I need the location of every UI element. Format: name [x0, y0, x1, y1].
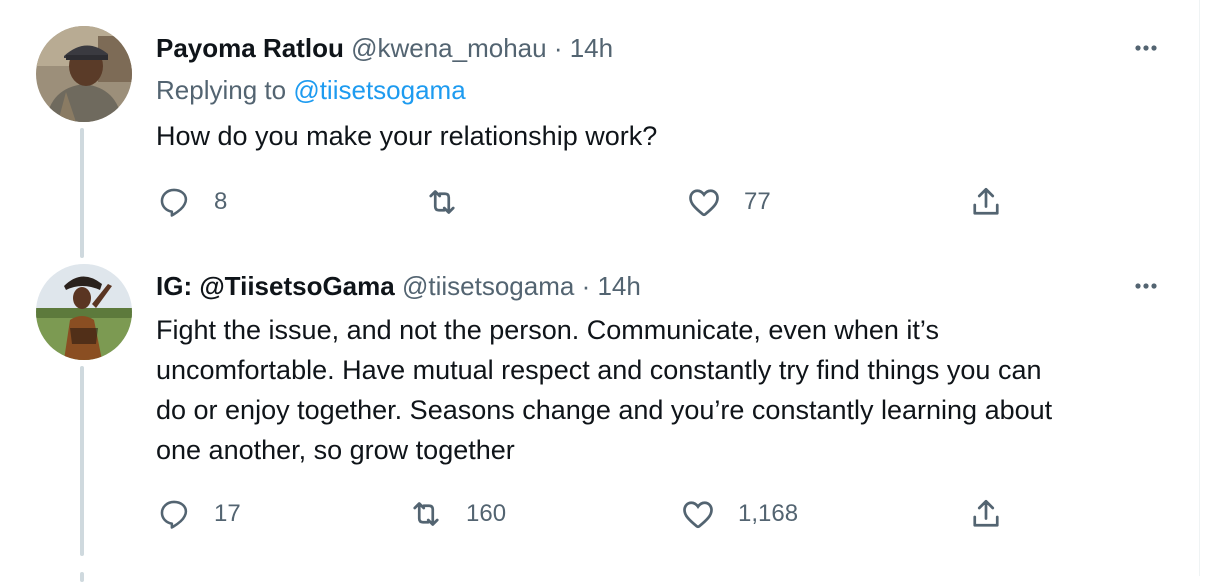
tweet-actions: 8 77: [156, 184, 1036, 220]
retweet-count: 160: [466, 500, 507, 527]
share-button[interactable]: [968, 496, 1004, 532]
avatar[interactable]: [36, 264, 132, 360]
retweet-icon: [424, 184, 460, 220]
tweet-text-line: Fight the issue, and not the person. Com…: [156, 315, 939, 345]
timeline-frame: Payoma Ratlou @kwena_mohau · 14h Replyin…: [0, 0, 1200, 582]
tweet-actions: 17 160 1,168: [156, 496, 1036, 532]
separator-dot: ·: [553, 33, 563, 63]
share-icon: [968, 496, 1004, 532]
tweet-text: How do you make your relationship work?: [156, 121, 658, 151]
tweet-header: Payoma Ratlou @kwena_mohau · 14h: [156, 30, 613, 66]
tweet[interactable]: Payoma Ratlou @kwena_mohau · 14h Replyin…: [0, 26, 1200, 230]
more-options-button[interactable]: [1124, 30, 1168, 66]
mention-link[interactable]: @tiisetsogama: [293, 75, 465, 105]
tweet[interactable]: IG: @TiisetsoGama @tiisetsogama · 14h Fi…: [0, 264, 1200, 568]
timestamp[interactable]: 14h: [597, 271, 640, 301]
display-name[interactable]: Payoma Ratlou: [156, 33, 344, 63]
replying-to-line: Replying to @tiisetsogama: [156, 72, 466, 108]
timestamp[interactable]: 14h: [570, 33, 613, 63]
avatar-image: [36, 26, 132, 122]
like-button[interactable]: 77: [686, 184, 771, 220]
more-icon: [1135, 283, 1157, 289]
reply-button[interactable]: 8: [156, 184, 227, 220]
like-count: 1,168: [738, 500, 799, 527]
reply-count: 17: [214, 500, 241, 527]
reply-icon: [156, 496, 192, 532]
tweet-header: IG: @TiisetsoGama @tiisetsogama · 14h: [156, 268, 641, 304]
retweet-button[interactable]: 160: [408, 496, 506, 532]
heart-icon: [680, 496, 716, 532]
separator-dot: ·: [581, 271, 591, 301]
more-icon: [1135, 45, 1157, 51]
thread-connector-line: [80, 572, 84, 582]
tweet-text-line: do or enjoy together. Seasons change and…: [156, 395, 1053, 425]
display-name[interactable]: IG: @TiisetsoGama: [156, 271, 395, 301]
retweet-icon: [408, 496, 444, 532]
reply-icon: [156, 184, 192, 220]
share-button[interactable]: [968, 184, 1004, 220]
like-count: 77: [744, 188, 771, 215]
tweet-text-line: one another, so grow together: [156, 435, 515, 465]
more-options-button[interactable]: [1124, 268, 1168, 304]
replying-to-label: Replying to: [156, 75, 287, 105]
reply-button[interactable]: 17: [156, 496, 241, 532]
retweet-button[interactable]: [424, 184, 482, 220]
avatar-image: [36, 264, 132, 360]
heart-icon: [686, 184, 722, 220]
reply-count: 8: [214, 188, 228, 215]
tweet-text: Fight the issue, and not the person. Com…: [156, 310, 1166, 470]
user-handle[interactable]: @kwena_mohau: [351, 33, 547, 63]
tweet-text-line: uncomfortable. Have mutual respect and c…: [156, 355, 1042, 385]
avatar[interactable]: [36, 26, 132, 122]
like-button[interactable]: 1,168: [680, 496, 798, 532]
user-handle[interactable]: @tiisetsogama: [402, 271, 574, 301]
share-icon: [968, 184, 1004, 220]
